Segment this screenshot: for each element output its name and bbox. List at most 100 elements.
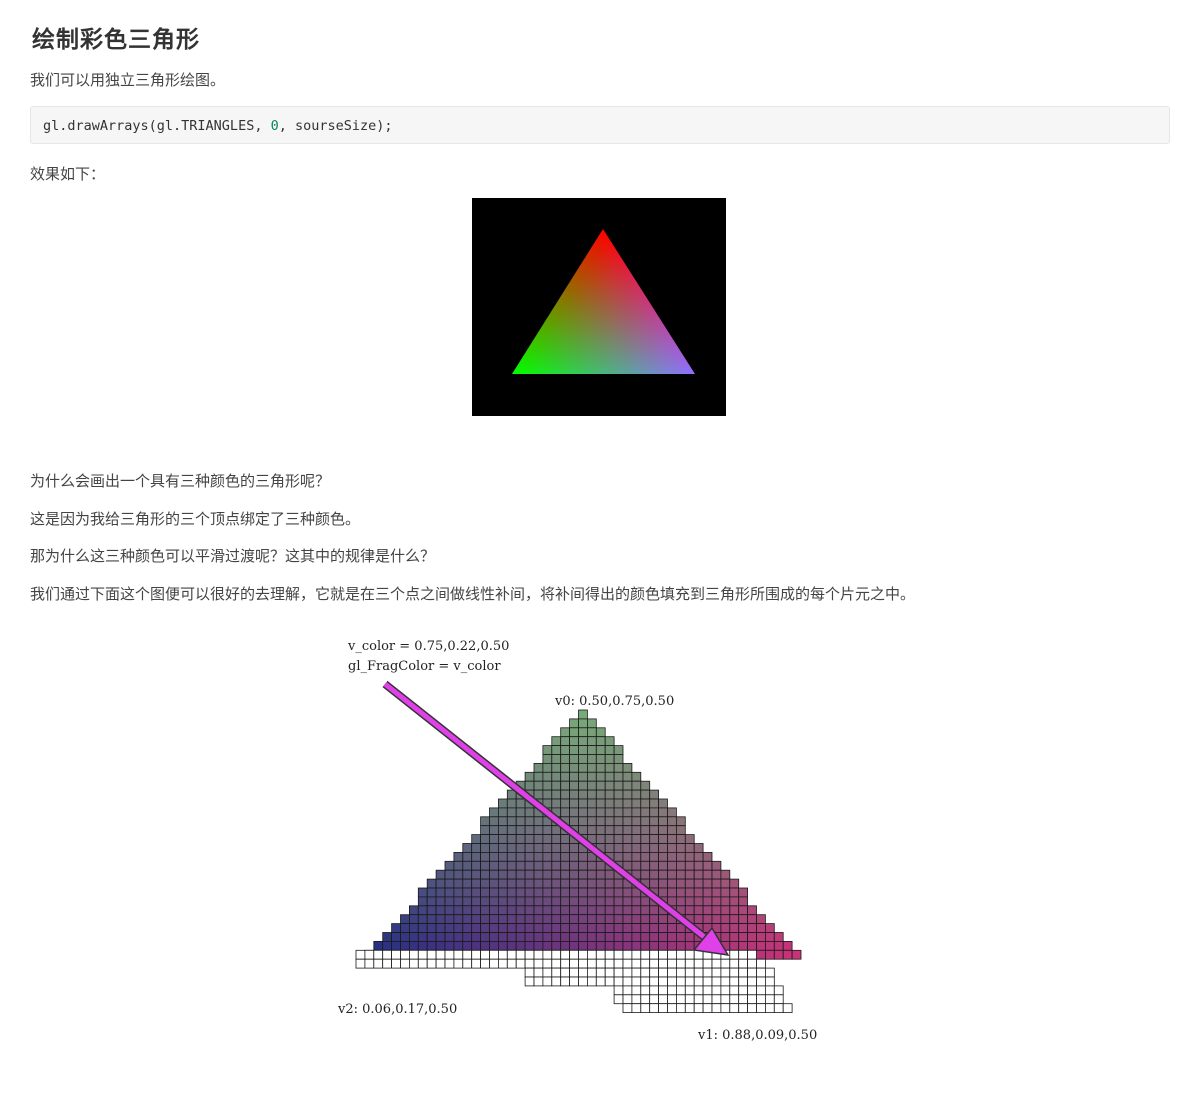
fragment-cell: [586, 914, 597, 925]
fragment-cell: [675, 843, 686, 853]
fragment-cell: [462, 932, 473, 942]
empty-cell: [711, 976, 722, 987]
empty-cell: [400, 949, 410, 960]
triangle-blue-blend: [512, 229, 695, 374]
fragment-cell: [729, 923, 740, 933]
empty-cell: [631, 967, 642, 978]
fragment-cell: [569, 807, 579, 818]
empty-cell: [533, 967, 544, 978]
fragment-cell: [533, 914, 544, 925]
fragment-cell: [604, 825, 615, 835]
fragment-cell: [649, 825, 660, 835]
fragment-cell: [667, 816, 677, 827]
empty-cell: [524, 949, 535, 960]
fragment-cell: [551, 754, 562, 764]
fragment-cell: [551, 878, 562, 889]
empty-cell: [560, 967, 570, 978]
empty-cell: [658, 949, 668, 960]
fragment-cell: [578, 887, 588, 898]
empty-cell: [489, 949, 499, 960]
fragment-cell: [738, 905, 749, 916]
fragment-cell: [693, 869, 704, 880]
fragment-cell: [462, 896, 473, 907]
empty-cell: [658, 958, 668, 969]
empty-cell: [711, 967, 722, 978]
fragment-cell: [631, 780, 642, 791]
fragment-cell: [604, 869, 615, 880]
empty-cell: [667, 1003, 677, 1014]
fragment-cell: [426, 878, 437, 889]
fragment-cell: [756, 923, 766, 933]
fragment-cell: [684, 940, 695, 951]
fragment-cell: [515, 825, 526, 835]
empty-cell: [586, 949, 597, 960]
fragment-cell: [444, 923, 455, 933]
fragment-cell: [631, 860, 642, 871]
empty-cell: [489, 958, 499, 969]
empty-cell: [702, 967, 713, 978]
empty-cell: [640, 994, 651, 1005]
empty-cell: [773, 1003, 784, 1014]
empty-cell: [738, 958, 749, 969]
fragment-cell: [747, 923, 757, 933]
fragment-cell: [542, 914, 553, 925]
fragment-cell: [586, 718, 597, 729]
fragment-cell: [506, 932, 517, 942]
fragment-cell: [711, 914, 722, 925]
empty-cell: [497, 958, 508, 969]
fragment-cell: [586, 727, 597, 738]
fragment-cell: [658, 887, 668, 898]
fragment-cell: [515, 816, 526, 827]
code-block[interactable]: gl.drawArrays(gl.TRIANGLES, 0, sourseSiz…: [30, 106, 1170, 144]
fragment-cell: [569, 745, 579, 755]
fragment-cell: [631, 923, 642, 933]
fragment-cell: [515, 807, 526, 818]
empty-cell: [702, 994, 713, 1005]
empty-cell: [675, 985, 686, 996]
fragment-cell: [586, 762, 597, 773]
fragment-cell: [497, 878, 508, 889]
fragment-cell: [417, 932, 428, 942]
fragment-cell: [622, 798, 633, 809]
fragment-cell: [604, 834, 615, 844]
fragment-cell: [640, 834, 651, 844]
fragment-cell: [489, 843, 499, 853]
fragment-cell: [675, 860, 686, 871]
fragment-cell: [542, 834, 553, 844]
fragment-cell: [738, 887, 749, 898]
empty-cell: [435, 949, 446, 960]
fragment-cell: [542, 887, 553, 898]
fragment-cell: [453, 923, 464, 933]
v1-label: v1: 0.88,0.09,0.50: [697, 1028, 817, 1043]
empty-cell: [524, 958, 535, 969]
fragment-cell: [613, 798, 624, 809]
fragment-cell: [569, 798, 579, 809]
fragment-cell: [551, 887, 562, 898]
empty-cell: [667, 976, 677, 987]
fragment-cell: [658, 940, 668, 951]
fragment-cell: [515, 940, 526, 951]
fragment-cell: [738, 914, 749, 925]
empty-cell: [426, 949, 437, 960]
fragment-cell: [533, 843, 544, 853]
fragment-cell: [693, 851, 704, 862]
fragment-cell: [435, 878, 446, 889]
fragment-cell: [542, 896, 553, 907]
fragment-cell: [622, 789, 633, 800]
fragment-cell: [613, 905, 624, 916]
fragment-cell: [480, 932, 490, 942]
fragment-cell: [453, 914, 464, 925]
fragment-cell: [649, 798, 660, 809]
empty-cell: [604, 967, 615, 978]
empty-cell: [675, 976, 686, 987]
fragment-cell: [551, 745, 562, 755]
fragment-cell: [622, 762, 633, 773]
empty-cell: [738, 976, 749, 987]
fragment-cell: [560, 754, 570, 764]
empty-cell: [720, 985, 731, 996]
fragment-cell: [631, 905, 642, 916]
fragment-cell: [604, 745, 615, 755]
fragment-cell: [569, 780, 579, 791]
fragment-cell: [515, 887, 526, 898]
fragment-cell: [560, 887, 570, 898]
